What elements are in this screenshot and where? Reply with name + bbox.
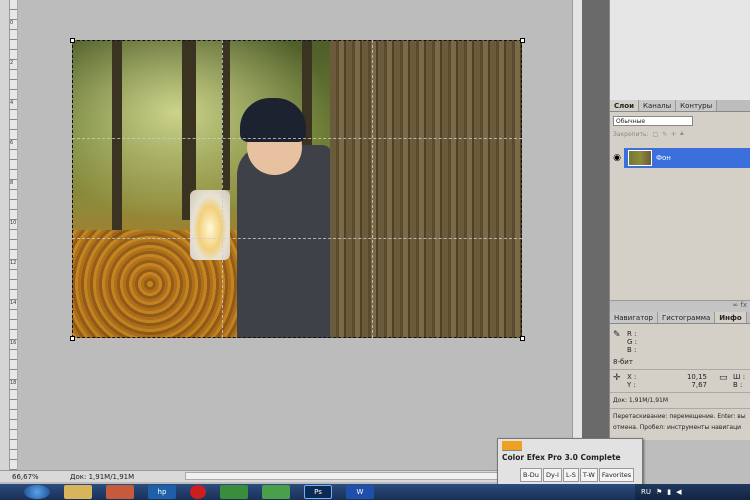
efex-button-ls[interactable]: L-S	[562, 468, 579, 482]
network-icon[interactable]: ▮	[667, 488, 671, 496]
ruler-tick: 16	[10, 340, 17, 346]
language-indicator[interactable]: RU	[641, 488, 651, 496]
tree-trunk	[112, 40, 122, 240]
panel-divider	[582, 0, 609, 470]
ruler-tick: 10	[10, 220, 17, 226]
ruler-tick: 18	[10, 380, 17, 386]
layer-name[interactable]: Фон	[656, 154, 671, 162]
tree-trunk	[302, 40, 312, 160]
info-tabs: Навигатор Гистограмма Инфо	[610, 312, 750, 324]
doc-size: Док: 1,91M/1,91M	[70, 472, 135, 481]
layer-row-background[interactable]: ◉ Фон	[610, 148, 750, 168]
efex-button-tw[interactable]: T-W	[579, 468, 598, 482]
start-button[interactable]	[24, 485, 50, 499]
vertical-scrollbar[interactable]	[572, 0, 582, 470]
g-label: G :	[627, 338, 638, 346]
zoom-level[interactable]: 66,67%	[0, 473, 39, 481]
ruler-tick: 12	[10, 260, 17, 266]
layers-tabs: Слои Каналы Контуры	[610, 100, 750, 112]
guide-line[interactable]	[222, 40, 223, 338]
tab-paths[interactable]: Контуры	[676, 100, 718, 111]
tab-navigator[interactable]: Навигатор	[610, 312, 658, 323]
w-label: Ш :	[733, 373, 746, 381]
info-doc-size: Док: 1,91M/1,91M	[613, 397, 669, 404]
guide-line[interactable]	[72, 238, 522, 239]
transform-handle[interactable]	[520, 38, 525, 43]
tree-trunk	[222, 40, 230, 190]
y-label: Y :	[627, 381, 636, 389]
x-label: X :	[627, 373, 637, 381]
lantern	[190, 190, 230, 260]
efex-button-favorites[interactable]: Favorites	[598, 468, 635, 482]
crosshair-icon: ✛	[613, 373, 621, 383]
layers-footer[interactable]: ∞ fx	[610, 300, 750, 312]
taskbar-app2-icon[interactable]	[262, 485, 290, 499]
flag-icon[interactable]: ⚑	[656, 488, 662, 496]
h-label: В :	[733, 381, 743, 389]
efex-title: Color Efex Pro 3.0 Complete	[502, 453, 621, 462]
transform-handle[interactable]	[70, 38, 75, 43]
b-label: B :	[627, 346, 637, 354]
efex-grip[interactable]	[502, 441, 522, 451]
tab-channels[interactable]: Каналы	[638, 100, 677, 111]
document-canvas[interactable]	[18, 0, 578, 470]
transform-handle[interactable]	[520, 336, 525, 341]
taskbar-opera-icon[interactable]	[190, 485, 206, 499]
layers-panel: Слои Каналы Контуры Обычные Закрепить: □…	[609, 100, 750, 312]
photo-image[interactable]	[72, 40, 522, 338]
tab-histogram[interactable]: Гистограмма	[658, 312, 716, 323]
blend-mode-select[interactable]: Обычные	[613, 116, 693, 126]
tools-strip[interactable]	[0, 0, 10, 470]
guide-line[interactable]	[72, 138, 522, 139]
lock-label: Закрепить:	[613, 130, 649, 138]
hint-line-1: Перетаскивание: перемещение. Enter: вы	[613, 413, 746, 420]
system-tray: RU ⚑ ▮ ◀	[635, 484, 750, 500]
efex-button-dyi[interactable]: Dy-I	[542, 468, 562, 482]
lock-position-icon[interactable]: ✛	[671, 131, 676, 138]
size-icon: ▭	[719, 373, 728, 383]
tab-layers[interactable]: Слои	[610, 100, 639, 111]
taskbar-photoshop-icon[interactable]: Ps	[304, 485, 332, 499]
r-label: R :	[627, 330, 637, 338]
rgb-readout: ✎ R : G : B :	[613, 330, 747, 354]
transform-handle[interactable]	[70, 336, 75, 341]
taskbar-app-icon[interactable]	[106, 485, 134, 499]
xy-readout: ✛ X : Y : 10,15 7,67 ▭ Ш : В :	[613, 373, 747, 389]
taskbar-network-icon[interactable]	[220, 485, 248, 499]
efex-buttons: B-Du Dy-I L-S T-W Favorites	[498, 468, 642, 482]
info-panel: Навигатор Гистограмма Инфо ✎ R : G : B :…	[609, 312, 750, 440]
lock-pixels-icon[interactable]: ✎	[662, 131, 667, 138]
bit-depth-text: 8-бит	[613, 358, 633, 366]
taskbar-word-icon[interactable]: W	[346, 485, 374, 499]
lock-transparency-icon[interactable]: □	[653, 131, 659, 138]
efex-button-bdu[interactable]: B-Du	[520, 468, 542, 482]
taskbar: hp Ps W RU ⚑ ▮ ◀	[0, 484, 750, 500]
hint-line-2: отмена. Пробел: инструменты навигаци	[613, 424, 742, 431]
bit-depth: 8-бит	[613, 358, 747, 366]
lock-row: Закрепить: □ ✎ ✛ 🔒︎	[613, 130, 747, 138]
big-tree-trunk	[330, 40, 522, 338]
ruler-tick: 6	[10, 140, 14, 146]
ruler-tick: 8	[10, 180, 14, 186]
volume-icon[interactable]: ◀	[676, 488, 681, 496]
x-value: 10,15	[686, 373, 707, 381]
ruler-tick: 4	[10, 100, 14, 106]
guide-line[interactable]	[372, 40, 373, 338]
eye-icon[interactable]: ◉	[610, 148, 624, 168]
eyedropper-icon: ✎	[613, 330, 621, 340]
lock-all-icon[interactable]: 🔒︎	[680, 130, 683, 138]
taskbar-hp-icon[interactable]: hp	[148, 485, 176, 499]
child-coat	[237, 145, 332, 338]
vertical-ruler: 0 2 4 6 8 10 12 14 16 18	[10, 0, 18, 470]
top-panel-area	[609, 0, 750, 100]
color-efex-panel[interactable]: Color Efex Pro 3.0 Complete B-Du Dy-I L-…	[497, 438, 643, 486]
ruler-tick: 14	[10, 300, 17, 306]
ruler-tick: 0	[10, 20, 14, 26]
ruler-tick: 2	[10, 60, 14, 66]
y-value: 7,67	[691, 381, 707, 389]
tab-info[interactable]: Инфо	[715, 312, 747, 323]
taskbar-folder-icon[interactable]	[64, 485, 92, 499]
layer-thumbnail	[628, 150, 652, 166]
